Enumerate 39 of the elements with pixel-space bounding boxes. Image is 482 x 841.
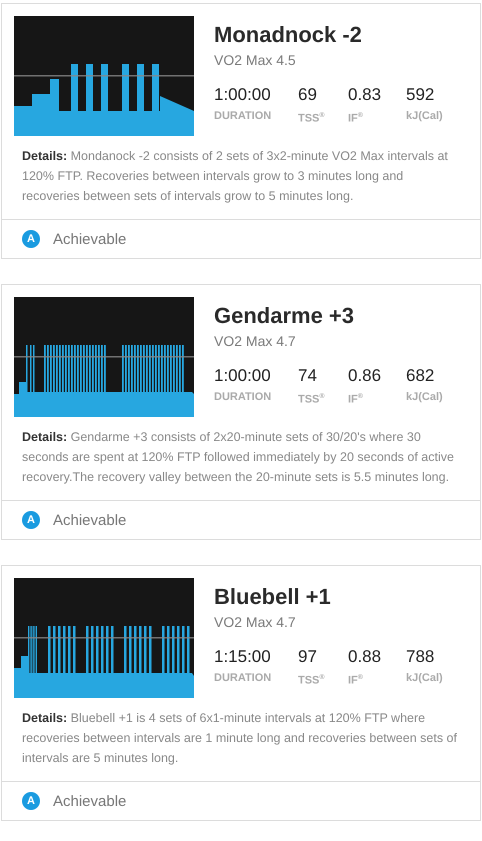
stat-value: 788	[406, 647, 434, 667]
stat-value: 0.88	[348, 647, 382, 667]
difficulty-badge: A	[22, 230, 40, 248]
stat-value: 69	[298, 85, 317, 105]
workout-category: VO2 Max 4.7	[214, 613, 297, 631]
workout-details: Details: Mondanock -2 consists of 2 sets of 3x2-minute VO2 Max intervals at 120% FTP. Recoveries between intervals grow to 3 minutes long and recoveries between sets of intervals grow to 5 minutes long.	[21, 148, 449, 205]
difficulty-label: Achievable	[53, 512, 126, 528]
workout-title: Monadnock -2	[214, 22, 363, 48]
stat-label: kJ(Cal)	[406, 390, 443, 404]
stat-value: 97	[298, 647, 317, 667]
workout-category: VO2 Max 4.7	[214, 332, 297, 350]
stat-value: 1:00:00	[214, 366, 271, 386]
stat-label: DURATION	[214, 390, 272, 404]
stat-value: 0.86	[348, 366, 382, 386]
stat-label: TSS$^{®}$	[298, 392, 325, 407]
workout-title: Gendarme +3	[214, 303, 356, 329]
stat-value: 0.83	[348, 85, 382, 105]
workout-category: VO2 Max 4.5	[214, 51, 297, 69]
workout-details: Details: Gendarme +3 consists of 2x20-minute sets of 30/20's where 30 seconds are spent at 120% FTP followed immediately by 20 seconds of active recovery.The recovery valley between the 20-minute sets is 5.5 minutes long.	[21, 429, 455, 486]
difficulty-badge: A	[22, 511, 40, 529]
stat-value: 74	[298, 366, 317, 386]
stat-label: TSS$^{®}$	[298, 111, 325, 126]
stat-label: kJ(Cal)	[406, 671, 443, 685]
stat-value: 592	[406, 85, 434, 105]
stat-value: 1:15:00	[214, 647, 271, 667]
stat-label: DURATION	[214, 109, 272, 123]
stat-label: IF$^{®}$	[348, 392, 363, 407]
difficulty-label: Achievable	[53, 792, 126, 810]
stat-label: kJ(Cal)	[406, 109, 443, 123]
workout-title: Bluebell +1	[214, 584, 332, 610]
difficulty-label: Achievable	[53, 230, 126, 248]
stat-label: TSS$^{®}$	[298, 673, 325, 688]
stat-value: 1:00:00	[214, 85, 271, 105]
difficulty-badge: A	[22, 792, 40, 810]
workout-details: Details: Bluebell +1 is 4 sets of 6x1-minute intervals at 120% FTP where recoveries between intervals are 1 minute long and recoveries between sets of intervals are 5 minutes long.	[21, 710, 458, 767]
stat-label: IF$^{®}$	[348, 673, 363, 688]
stat-label: IF$^{®}$	[348, 111, 363, 126]
stat-label: DURATION	[214, 671, 272, 685]
stat-value: 682	[406, 366, 434, 386]
